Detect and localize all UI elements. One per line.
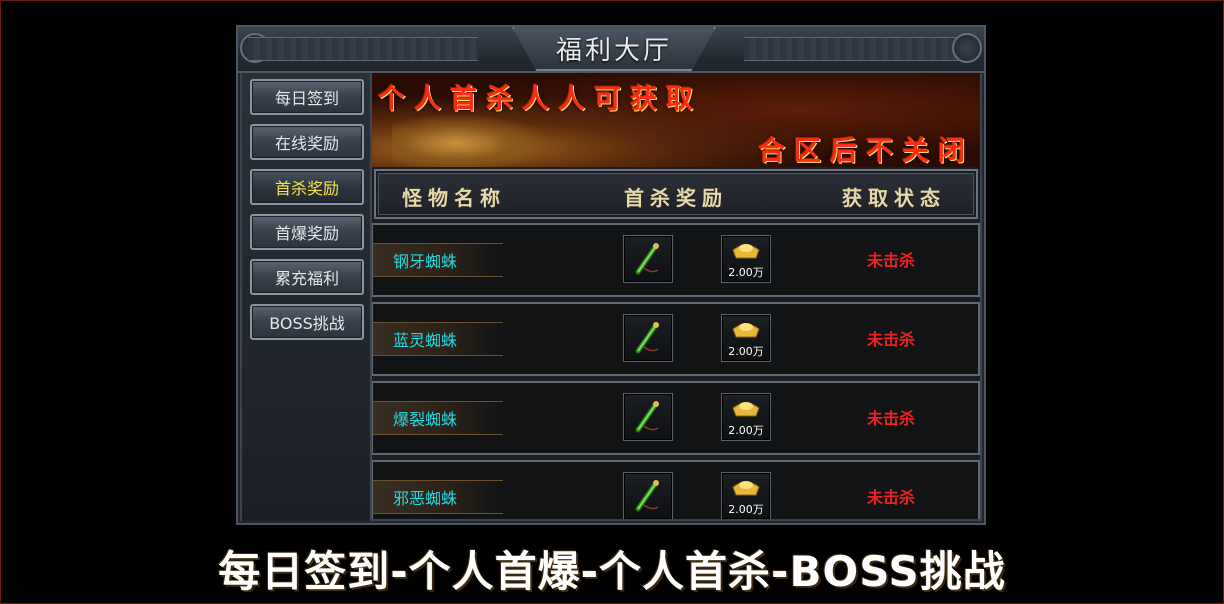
monster-name: 邪恶蜘蛛 bbox=[373, 480, 503, 514]
gold-ingot-icon bbox=[732, 402, 760, 417]
reward-gold-slot[interactable]: 2.00万 bbox=[721, 314, 771, 362]
green-scepter-icon bbox=[635, 401, 659, 433]
gold-ingot-icon bbox=[732, 481, 760, 496]
welfare-hall-window: 福利大厅 每日签到 在线奖励 首杀奖励 首爆奖励 累充福利 BOSS挑战 个人首… bbox=[236, 25, 986, 525]
banner-headline: 个人首杀人人可获取 bbox=[378, 84, 702, 115]
green-scepter-icon bbox=[635, 243, 659, 275]
gold-ingot-icon bbox=[732, 244, 760, 259]
column-header-status: 获取状态 bbox=[842, 186, 946, 210]
tab-daily-checkin[interactable]: 每日签到 bbox=[250, 79, 364, 115]
monster-name: 蓝灵蜘蛛 bbox=[373, 322, 503, 356]
reward-table-body[interactable]: 钢牙蜘蛛 2.00万 未击杀 蓝灵蜘蛛 2.00万 未击杀 爆裂蜘蛛 2.00万… bbox=[372, 223, 980, 519]
gold-ingot-icon bbox=[732, 323, 760, 338]
green-scepter-icon bbox=[635, 322, 659, 354]
reward-gold-slot[interactable]: 2.00万 bbox=[721, 472, 771, 519]
title-plate: 福利大厅 bbox=[512, 27, 716, 71]
corner-ornament-icon bbox=[952, 33, 982, 63]
reward-item-slot[interactable] bbox=[623, 235, 673, 283]
tab-first-kill-reward[interactable]: 首杀奖励 bbox=[250, 169, 364, 205]
table-row: 钢牙蜘蛛 2.00万 未击杀 bbox=[372, 223, 980, 297]
gold-amount: 2.00万 bbox=[728, 424, 764, 437]
kill-status: 未击杀 bbox=[866, 251, 915, 270]
reward-item-slot[interactable] bbox=[623, 314, 673, 362]
reward-gold-slot[interactable]: 2.00万 bbox=[721, 393, 771, 441]
promo-banner: 个人首杀人人可获取 合区后不关闭 bbox=[372, 73, 980, 167]
title-ornament bbox=[744, 37, 974, 61]
monster-name: 钢牙蜘蛛 bbox=[373, 243, 503, 277]
column-header-monster-name: 怪物名称 bbox=[402, 186, 506, 210]
tab-recharge-welfare[interactable]: 累充福利 bbox=[250, 259, 364, 295]
table-row: 蓝灵蜘蛛 2.00万 未击杀 bbox=[372, 302, 980, 376]
feature-caption: 每日签到-个人首爆-个人首杀-BOSS挑战 bbox=[218, 547, 1006, 596]
reward-item-slot[interactable] bbox=[623, 472, 673, 519]
window-title: 福利大厅 bbox=[555, 35, 672, 66]
column-header-first-kill-reward: 首杀奖励 bbox=[624, 186, 728, 210]
green-scepter-icon bbox=[635, 480, 659, 512]
sidebar: 每日签到 在线奖励 首杀奖励 首爆奖励 累充福利 BOSS挑战 bbox=[242, 73, 372, 521]
reward-item-slot[interactable] bbox=[623, 393, 673, 441]
tab-boss-challenge[interactable]: BOSS挑战 bbox=[250, 304, 364, 340]
gold-amount: 2.00万 bbox=[728, 503, 764, 516]
title-ornament bbox=[248, 37, 478, 61]
tab-online-reward[interactable]: 在线奖励 bbox=[250, 124, 364, 160]
table-row: 邪恶蜘蛛 2.00万 未击杀 bbox=[372, 460, 980, 519]
kill-status: 未击杀 bbox=[866, 330, 915, 349]
monster-name: 爆裂蜘蛛 bbox=[373, 401, 503, 435]
gold-treasure-image bbox=[392, 113, 552, 167]
gold-amount: 2.00万 bbox=[728, 266, 764, 279]
table-header: 怪物名称 首杀奖励 获取状态 bbox=[374, 169, 978, 219]
title-bar: 福利大厅 bbox=[238, 27, 984, 73]
gold-amount: 2.00万 bbox=[728, 345, 764, 358]
tab-first-drop-reward[interactable]: 首爆奖励 bbox=[250, 214, 364, 250]
table-row: 爆裂蜘蛛 2.00万 未击杀 bbox=[372, 381, 980, 455]
kill-status: 未击杀 bbox=[866, 409, 915, 428]
reward-gold-slot[interactable]: 2.00万 bbox=[721, 235, 771, 283]
kill-status: 未击杀 bbox=[866, 488, 915, 507]
banner-subline: 合区后不关闭 bbox=[758, 136, 974, 167]
